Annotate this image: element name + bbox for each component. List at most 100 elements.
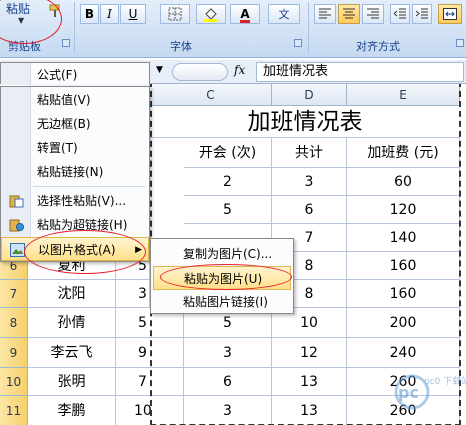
menu-item-paste-special[interactable]: 选择性粘贴(V)... (1, 189, 149, 213)
picture-submenu: 复制为图片(C)... 粘贴为图片(U) 粘贴图片链接(I) (150, 238, 294, 314)
clipboard-launcher-icon[interactable] (62, 39, 70, 47)
phonetic-guide-button[interactable]: 文 (268, 4, 300, 24)
formula-scroll-handle[interactable] (172, 63, 228, 81)
bold-button[interactable]: B (80, 4, 99, 24)
cell-b[interactable]: 3 (116, 280, 150, 308)
font-launcher-icon[interactable] (294, 39, 302, 47)
italic-button[interactable]: I (100, 4, 119, 24)
menu-item-formulas-visible[interactable]: 公式(F) (0, 62, 150, 85)
cell-name[interactable]: 沈阳 (28, 280, 116, 308)
cell-name[interactable]: 李云飞 (28, 338, 116, 368)
cell-name[interactable]: 孙倩 (28, 308, 116, 338)
cell-d[interactable]: 13 (272, 396, 347, 425)
fill-bucket-icon (204, 8, 218, 22)
align-center-icon (343, 8, 355, 19)
column-header-c[interactable]: C (150, 84, 272, 106)
submenu-item-paste-as-picture[interactable]: 粘贴为图片(U) (153, 266, 291, 290)
cell-e[interactable]: 160 (347, 280, 460, 308)
increase-indent-icon (415, 8, 428, 19)
header-cell[interactable]: 共计 (272, 138, 347, 168)
formula-input[interactable]: 加班情况表 (256, 62, 464, 82)
phonetic-icon: 文 (278, 8, 290, 21)
merge-center-icon (443, 8, 457, 20)
submenu-arrow-icon: ▶ (135, 245, 142, 255)
paste-button[interactable]: 粘贴 ▼ (0, 0, 44, 36)
alignment-group-label: 对齐方式 (356, 40, 400, 53)
menu-item-paste-values[interactable]: 粘贴值(V) (1, 88, 149, 112)
row-header-8[interactable]: 8 (0, 308, 28, 338)
cell-e[interactable]: 200 (347, 308, 460, 338)
cell-name[interactable]: 李鹏 (28, 396, 116, 425)
borders-button[interactable] (160, 4, 190, 24)
menu-item-label: 以图片格式(A) (38, 243, 116, 257)
decrease-indent-button[interactable] (390, 4, 410, 24)
row-header-10[interactable]: 10 (0, 368, 28, 396)
namebox-dropdown-icon[interactable]: ▼ (156, 65, 163, 75)
menu-item-label: 公式(F) (37, 68, 78, 82)
column-header-d[interactable]: D (272, 84, 347, 106)
fx-icon[interactable]: fx (234, 63, 245, 77)
cell-e[interactable]: 140 (347, 224, 460, 252)
cell-d[interactable]: 13 (272, 368, 347, 396)
align-center-button[interactable] (338, 4, 360, 24)
paste-context-menu: 公式(F) 粘贴值(V) 无边框(B) 转置(T) 粘贴链接(N) 选择性粘贴(… (0, 86, 150, 262)
menu-separator (33, 186, 145, 187)
header-cell[interactable]: 开会 (次) (184, 138, 272, 168)
cell-b[interactable]: 9 (116, 338, 184, 368)
watermark: pc pc0 下载站 (390, 372, 466, 412)
menu-item-no-borders[interactable]: 无边框(B) (1, 112, 149, 136)
menu-item-as-picture[interactable]: 以图片格式(A) ▶ (1, 237, 149, 261)
cell-name[interactable]: 张明 (28, 368, 116, 396)
increase-indent-button[interactable] (412, 4, 432, 24)
menu-item-paste-hyperlink[interactable]: 粘贴为超链接(H) (1, 213, 149, 237)
underline-button[interactable]: U (120, 4, 146, 24)
alignment-launcher-icon[interactable] (456, 39, 464, 47)
row-header-11[interactable]: 11 (0, 396, 28, 425)
fill-color-button[interactable] (196, 4, 226, 24)
cell-e[interactable]: 160 (347, 252, 460, 280)
cell-e[interactable]: 120 (347, 196, 460, 224)
align-right-button[interactable] (362, 4, 384, 24)
row-header-7[interactable]: 7 (0, 280, 28, 308)
svg-text:pc: pc (398, 383, 419, 402)
menu-item-transpose[interactable]: 转置(T) (1, 136, 149, 160)
paste-label: 粘贴 (6, 2, 31, 16)
align-left-icon (319, 8, 331, 19)
cell-b[interactable]: 10 (116, 396, 184, 425)
menu-gutter (1, 63, 31, 85)
format-painter-icon[interactable] (48, 4, 64, 18)
align-left-button[interactable] (314, 4, 336, 24)
cell-e[interactable]: 60 (347, 168, 460, 196)
column-header-e[interactable]: E (347, 84, 460, 106)
ribbon: 粘贴 ▼ 剪贴板 B I U A 文 字体 对齐方式 (0, 0, 466, 58)
watermark-text: pc0 下载站 (424, 377, 466, 387)
font-color-button[interactable]: A (230, 4, 260, 24)
table-title[interactable]: 加班情况表 (150, 106, 460, 138)
submenu-item-paste-picture-link[interactable]: 粘贴图片链接(I) (153, 290, 291, 314)
paste-special-icon (9, 195, 24, 208)
group-separator (308, 2, 309, 54)
cell-c[interactable]: 5 (184, 196, 272, 224)
paste-dropdown-icon[interactable]: ▼ (18, 16, 24, 25)
menu-item-paste-link[interactable]: 粘贴链接(N) (1, 160, 149, 184)
row-header-9[interactable]: 9 (0, 338, 28, 368)
submenu-item-copy-as-picture[interactable]: 复制为图片(C)... (153, 242, 291, 266)
clipboard-group-label: 剪贴板 (8, 40, 41, 53)
group-separator (74, 2, 75, 54)
paste-hyperlink-icon (9, 219, 24, 232)
decrease-indent-icon (393, 8, 406, 19)
font-group-label: 字体 (170, 40, 192, 53)
menu-item-label: 粘贴为超链接(H) (37, 218, 128, 232)
cell-d[interactable]: 3 (272, 168, 347, 196)
cell-c[interactable]: 3 (184, 396, 272, 425)
header-cell[interactable]: 加班费 (元) (347, 138, 460, 168)
menu-item-label: 选择性粘贴(V)... (37, 194, 127, 208)
cell-e[interactable]: 240 (347, 338, 460, 368)
cell-d[interactable]: 12 (272, 338, 347, 368)
cell-c[interactable]: 6 (184, 368, 272, 396)
cell-d[interactable]: 6 (272, 196, 347, 224)
cell-c[interactable]: 3 (184, 338, 272, 368)
cell-c[interactable]: 2 (184, 168, 272, 196)
cell-b[interactable]: 7 (116, 368, 184, 396)
merge-center-button[interactable] (438, 4, 462, 24)
